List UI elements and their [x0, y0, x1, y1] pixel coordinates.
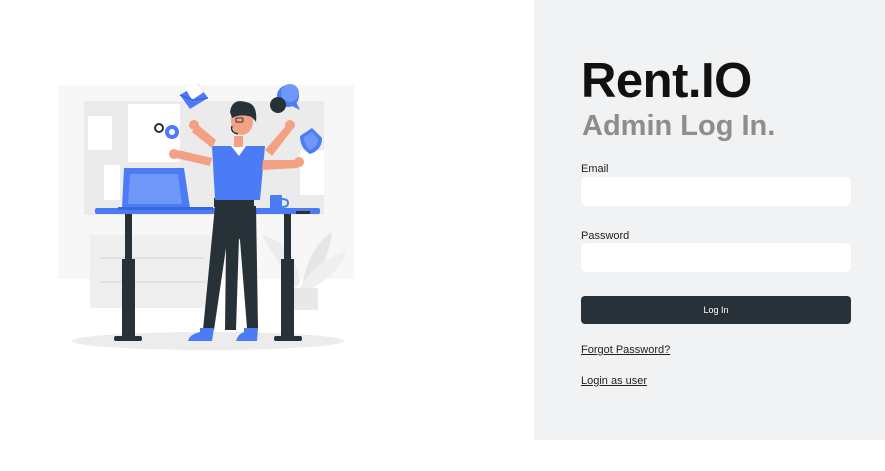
login-as-user-link[interactable]: Login as user [581, 375, 647, 387]
multitasking-person-illustration [58, 82, 354, 350]
hero-illustration [0, 0, 534, 440]
forgot-password-link[interactable]: Forgot Password? [581, 344, 670, 356]
login-button[interactable]: Log In [581, 296, 851, 324]
brand-title: Rent.IO [581, 54, 752, 108]
password-label: Password [581, 230, 630, 242]
email-label: Email [581, 163, 609, 175]
password-field[interactable] [581, 243, 851, 272]
page-subtitle: Admin Log In. [582, 110, 776, 142]
login-panel: Rent.IO Admin Log In. Email Password Log… [534, 0, 885, 440]
email-field[interactable] [581, 177, 851, 206]
